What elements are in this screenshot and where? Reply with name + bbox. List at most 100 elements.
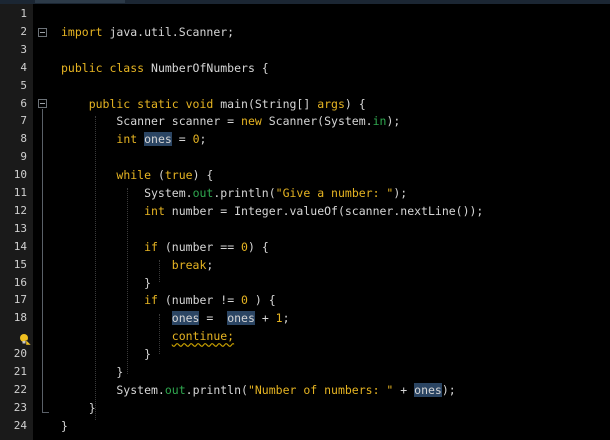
line-number-gutter: 1 2 3 4 5 6 7 8 9 10 11 12 13 14 15 16 17 18 20 21 22 23 24 (0, 4, 33, 440)
code-token: in (372, 114, 387, 129)
code-token: .println( (213, 186, 276, 200)
code-line: } (61, 345, 151, 363)
line-number: 11 (13, 186, 27, 199)
editor-tab[interactable] (35, 0, 125, 3)
code-token: continue; (171, 329, 235, 344)
code-line: System.out.println("Number of numbers: "… (61, 381, 456, 399)
highlighted-identifier: ones (144, 132, 172, 147)
code-line: import java.util.Scanner; (61, 23, 234, 41)
code-token: } (61, 400, 96, 415)
code-token: ; (206, 257, 214, 272)
code-line: } (61, 399, 96, 417)
code-line: if (number == 0) { (61, 238, 269, 256)
code-token: ); (393, 186, 408, 200)
highlighted-identifier: ones (171, 311, 200, 326)
line-number: 5 (20, 78, 27, 92)
code-token: java.util.Scanner; (102, 24, 235, 39)
code-line: ones = ones + 1; (61, 309, 290, 327)
code-token: public static void (61, 96, 214, 111)
code-token: Scanner(System. (261, 114, 373, 129)
code-token: number = Integer.valueOf(scanner.nextLin… (164, 203, 484, 218)
code-token: true (164, 168, 193, 183)
code-token: while (116, 168, 152, 183)
line-number: 10 (13, 168, 27, 182)
code-token: ) { (192, 168, 214, 183)
code-token: (number == (157, 239, 242, 254)
code-line: Scanner scanner = new Scanner(System.in)… (61, 112, 400, 130)
line-number: 16 (13, 275, 27, 289)
line-number: 20 (13, 347, 27, 361)
code-token: ; (282, 311, 290, 326)
code-token: ; (199, 132, 207, 147)
line-number: 23 (13, 400, 27, 414)
code-token: out (164, 382, 186, 397)
code-token: } (61, 418, 68, 433)
code-token: import (61, 24, 103, 39)
code-token: ); (441, 382, 456, 397)
code-token: break (171, 257, 207, 272)
code-line: int number = Integer.valueOf(scanner.nex… (61, 202, 483, 220)
lightbulb-warning-icon[interactable] (19, 333, 31, 345)
code-token: ); (386, 114, 401, 129)
code-token: ) { (247, 239, 269, 254)
code-token: 0 (192, 132, 200, 147)
line-number: 6 (20, 96, 27, 110)
fold-column (33, 4, 53, 440)
code-token: "Number of numbers: " (247, 382, 394, 397)
code-token: = (171, 132, 193, 147)
line-number: 7 (20, 114, 27, 128)
code-token: int (144, 203, 165, 218)
line-number: 3 (20, 42, 27, 56)
code-line: System.out.println("Give a number: "); (61, 184, 407, 202)
code-token: } (61, 275, 152, 290)
highlighted-identifier: ones (414, 382, 442, 397)
line-number: 13 (13, 221, 27, 235)
code-line: } (61, 363, 123, 381)
line-number: 14 (13, 239, 27, 253)
line-number: 21 (13, 365, 27, 378)
code-editor[interactable]: import java.util.Scanner; public class Nu… (53, 4, 610, 440)
line-number: 24 (13, 418, 27, 432)
line-number: 9 (20, 150, 27, 164)
code-token: (number != (157, 293, 242, 308)
code-token: "Give a number: " (275, 186, 394, 200)
code-token: 0 (241, 239, 248, 254)
fold-import-collapse-icon[interactable] (38, 28, 47, 37)
highlighted-identifier: ones (227, 311, 255, 326)
fold-guide-main (42, 109, 43, 413)
code-token: args (317, 96, 345, 111)
code-token: 0 (241, 293, 248, 308)
line-number: 12 (13, 203, 27, 217)
code-line: } (61, 274, 151, 292)
code-token: new (241, 114, 262, 129)
code-token: public class (61, 60, 145, 75)
code-token: + (393, 382, 415, 397)
code-token: = (199, 311, 228, 326)
line-number: 15 (13, 257, 27, 271)
code-token: int (116, 132, 138, 147)
code-token: ( (151, 168, 165, 183)
code-token: if (144, 239, 158, 254)
code-token: } (61, 365, 124, 379)
line-number: 22 (13, 382, 27, 396)
code-token: NumberOfNumbers { (144, 60, 269, 75)
code-line: if (number != 0 ) { (61, 291, 276, 309)
code-token: Scanner scanner = (61, 114, 242, 129)
code-token: if (144, 293, 158, 308)
code-line: int ones = 0; (61, 130, 206, 148)
line-number: 8 (20, 132, 27, 146)
code-token: main(String[] (213, 96, 318, 111)
code-token: System. (61, 382, 165, 397)
code-line: public class NumberOfNumbers { (61, 59, 269, 77)
code-line: continue; (61, 327, 234, 345)
code-token: ) { (344, 96, 366, 111)
code-token: } (61, 347, 152, 362)
fold-main-collapse-icon[interactable] (38, 99, 47, 108)
